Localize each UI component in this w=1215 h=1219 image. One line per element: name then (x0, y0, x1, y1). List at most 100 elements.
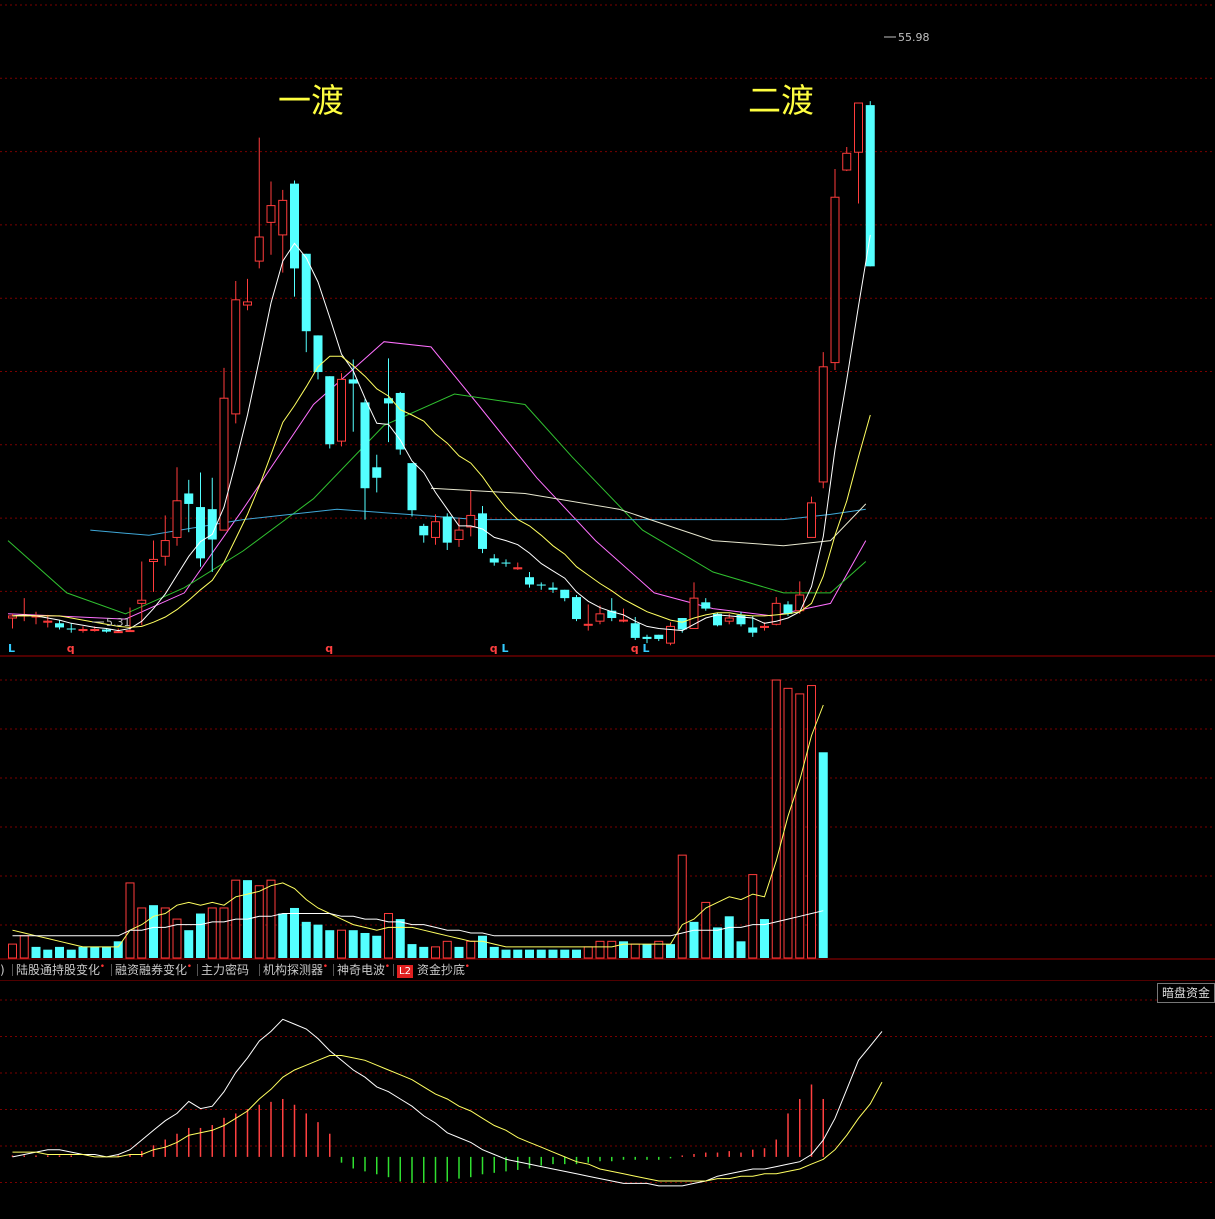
candle-body (419, 525, 429, 536)
signal-marker: L (643, 642, 650, 655)
volume-bar (160, 907, 170, 959)
candle-body (172, 500, 182, 538)
tab-3[interactable]: 主力密码 (201, 962, 249, 978)
volume-bar (466, 940, 476, 959)
volume-bar (818, 752, 828, 958)
candle-body (431, 521, 440, 538)
volume-bar (66, 949, 76, 958)
candle-body (160, 540, 170, 557)
volume-bar (78, 946, 88, 958)
candle-body (407, 463, 417, 511)
candle-body (536, 584, 546, 586)
tab-1[interactable]: 陆股通持股变化 • (16, 962, 105, 978)
candle-body (842, 152, 852, 171)
tab-0[interactable]: ) (0, 962, 5, 978)
candle-body (854, 102, 863, 153)
candle-body (830, 196, 840, 364)
volume-bar (372, 935, 382, 958)
volume-bar (642, 944, 652, 958)
candle-body (196, 507, 205, 559)
candle-body (489, 558, 499, 563)
moving-average-line (430, 487, 867, 547)
volume-bar (337, 929, 346, 959)
tab-alert-dot: • (186, 962, 193, 972)
candle-body (149, 558, 158, 562)
volume-bar (454, 946, 464, 958)
moving-average-line (7, 393, 867, 615)
tab-label: 融资融券变化 (115, 963, 188, 977)
signal-marker: L (502, 642, 509, 655)
volume-bar (219, 907, 229, 959)
candle-body (783, 604, 793, 614)
indicator-panel (11, 1018, 883, 1187)
candle-body (748, 627, 758, 633)
volume-bar (31, 946, 41, 958)
candle-body (325, 376, 335, 445)
side-button-dark-pool-funds[interactable]: 暗盘资金 (1156, 983, 1215, 1003)
tab-alert-dot: • (99, 962, 106, 972)
candle-body (254, 236, 264, 262)
volume-bar (125, 882, 135, 959)
annotation-wave-1: 一渡 (278, 81, 344, 120)
candle-body (724, 617, 734, 622)
candle-body (572, 597, 581, 620)
volume-bar (55, 946, 64, 958)
candle-body (795, 594, 805, 612)
volume-bar (8, 943, 17, 959)
stock-chart[interactable]: LqqqLqL 一渡 二渡 55.98 5.31 (0, 0, 1215, 1219)
tab-label: 资金抄底 (416, 963, 465, 977)
volume-bar (278, 913, 288, 958)
tab-separator (111, 964, 112, 976)
volume-bar (90, 946, 100, 958)
candle-body (642, 636, 652, 639)
low-price-label: 5.31 (106, 616, 131, 629)
high-price-label: 55.98 (898, 31, 930, 44)
signal-marker: q (631, 642, 639, 655)
candle-body (278, 199, 288, 236)
candle-body (677, 618, 687, 630)
tab-separator (12, 964, 13, 976)
candle-body (243, 301, 252, 306)
volume-bar (113, 941, 123, 958)
candle-body (865, 105, 875, 267)
candle-body (66, 628, 76, 630)
volume-bar (442, 940, 452, 959)
volume-bar (395, 919, 405, 958)
candle-body (807, 502, 816, 538)
candle-body (595, 613, 605, 622)
volume-bar (384, 913, 393, 959)
candle-body (55, 623, 64, 628)
candle-body (78, 629, 88, 632)
volume-bar (313, 924, 323, 958)
tab-4[interactable]: 机构探测器 • (263, 962, 328, 978)
candle-body (184, 493, 194, 504)
volume-bar (666, 944, 675, 958)
tab-6[interactable]: L2 资金抄底 • (397, 962, 470, 978)
candle-body (43, 620, 53, 623)
candle-body (654, 634, 664, 639)
volume-bar (607, 940, 617, 959)
tab-label: 神奇电波 (337, 963, 386, 977)
candle-body (290, 183, 299, 269)
volume-bar (771, 679, 781, 959)
tab-5[interactable]: 神奇电波 • (337, 962, 390, 978)
tab-alert-dot: • (322, 962, 329, 972)
volume-bar (43, 949, 53, 958)
candle-body (372, 467, 382, 478)
candle-body (466, 514, 476, 528)
tab-separator (393, 964, 394, 976)
candle-body (583, 623, 593, 626)
volume-bar (102, 946, 111, 958)
volume-bar (548, 949, 558, 958)
annotation-wave-2: 二渡 (748, 81, 814, 120)
volume-bar (736, 941, 746, 958)
candle-body (337, 378, 346, 442)
candle-body (548, 587, 558, 590)
signal-marker: q (325, 642, 333, 655)
volume-bar (290, 907, 299, 958)
tab-label: 陆股通持股变化 (16, 963, 101, 977)
tab-2[interactable]: 融资融券变化 • (115, 962, 192, 978)
volume-bar (595, 940, 605, 959)
volume-bar (419, 946, 429, 958)
candle-body (348, 379, 358, 384)
